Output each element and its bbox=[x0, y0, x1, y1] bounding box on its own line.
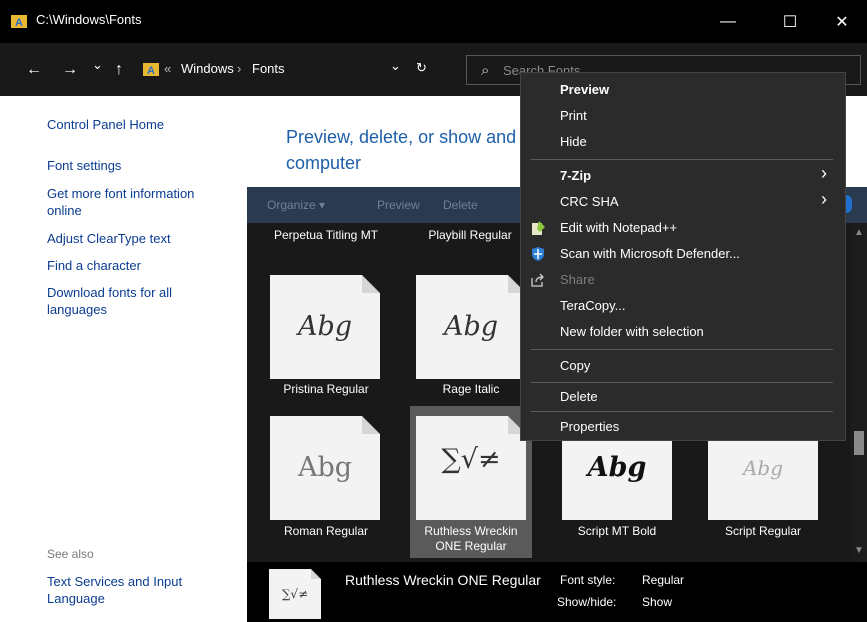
menu-item-7zip[interactable]: 7-Zip bbox=[560, 168, 591, 183]
menu-item-defender[interactable]: Scan with Microsoft Defender... bbox=[560, 246, 740, 261]
refresh-icon[interactable]: ↻ bbox=[416, 60, 427, 76]
forward-arrow-icon[interactable]: → bbox=[62, 61, 78, 79]
font-thumb-pristina[interactable]: Abg bbox=[270, 275, 380, 379]
maximize-button[interactable]: ☐ bbox=[767, 0, 813, 43]
search-icon: ⌕ bbox=[481, 62, 490, 79]
menu-item-hide[interactable]: Hide bbox=[560, 134, 587, 149]
menu-item-new-folder[interactable]: New folder with selection bbox=[560, 324, 704, 339]
menu-item-notepad[interactable]: Edit with Notepad++ bbox=[560, 220, 677, 235]
font-item-script[interactable]: Script Regular bbox=[703, 524, 823, 539]
defender-shield-icon bbox=[530, 246, 546, 262]
share-icon bbox=[530, 272, 546, 288]
font-item-rage[interactable]: Rage Italic bbox=[411, 382, 531, 397]
details-pane: ∑√≠ Ruthless Wreckin ONE Regular Font st… bbox=[247, 562, 867, 622]
fonts-folder-icon: A bbox=[11, 13, 27, 29]
font-item-ruthless[interactable]: Ruthless Wreckin ONE Regular bbox=[411, 524, 531, 554]
font-item-pristina[interactable]: Pristina Regular bbox=[266, 382, 386, 397]
font-settings-link[interactable]: Font settings bbox=[47, 157, 222, 174]
notepad-plus-plus-icon bbox=[530, 220, 546, 236]
menu-separator bbox=[531, 411, 833, 412]
menu-item-properties[interactable]: Properties bbox=[560, 419, 619, 434]
menu-separator bbox=[531, 382, 833, 383]
menu-item-delete[interactable]: Delete bbox=[560, 389, 598, 404]
window-title: C:\Windows\Fonts bbox=[36, 12, 142, 27]
cleartype-link[interactable]: Adjust ClearType text bbox=[47, 230, 222, 247]
svg-text:A: A bbox=[147, 65, 155, 77]
minimize-button[interactable]: — bbox=[705, 0, 751, 43]
scroll-up-icon[interactable]: ▲ bbox=[854, 227, 864, 238]
find-character-link[interactable]: Find a character bbox=[47, 257, 222, 274]
delete-button[interactable]: Delete bbox=[443, 198, 478, 212]
font-item-script-mt[interactable]: Script MT Bold bbox=[557, 524, 677, 539]
details-font-name: Ruthless Wreckin ONE Regular bbox=[345, 572, 541, 588]
title-bar: A C:\Windows\Fonts — ☐ ✕ bbox=[0, 0, 867, 43]
download-fonts-link[interactable]: Download fonts for all languages bbox=[47, 284, 222, 318]
font-sample: Abg bbox=[742, 456, 784, 480]
see-also-label: See also bbox=[47, 547, 94, 561]
font-sample: ∑√≠ bbox=[441, 444, 501, 475]
breadcrumb-fonts[interactable]: Fonts bbox=[252, 61, 285, 76]
submenu-arrow-icon: › bbox=[821, 163, 827, 183]
scroll-thumb[interactable] bbox=[854, 431, 864, 455]
close-button[interactable]: ✕ bbox=[819, 0, 865, 43]
left-pane bbox=[0, 96, 247, 622]
organize-button[interactable]: Organize ▾ bbox=[267, 198, 325, 212]
control-panel-home-link[interactable]: Control Panel Home bbox=[47, 116, 222, 133]
details-showhide-value: Show bbox=[642, 595, 673, 609]
context-menu: Preview Print Hide 7-Zip › CRC SHA › Edi… bbox=[520, 72, 846, 441]
font-sample: Abg bbox=[297, 452, 353, 483]
menu-item-preview[interactable]: Preview bbox=[560, 82, 609, 97]
font-sample: Abg bbox=[587, 452, 647, 483]
page-heading: Preview, delete, or show and computer bbox=[286, 127, 517, 173]
recent-locations-icon[interactable]: ⌄ bbox=[92, 57, 103, 73]
font-item-roman[interactable]: Roman Regular bbox=[266, 524, 386, 539]
details-sample: ∑√≠ bbox=[281, 587, 309, 601]
text-services-link[interactable]: Text Services and Input Language bbox=[47, 573, 222, 607]
font-thumb-roman[interactable]: Abg bbox=[270, 416, 380, 520]
back-arrow-icon[interactable]: ← bbox=[26, 61, 42, 79]
menu-separator bbox=[531, 349, 833, 350]
font-sample: Abg bbox=[297, 311, 353, 342]
fonts-location-icon: A bbox=[143, 61, 159, 77]
details-style-label: Font style: bbox=[560, 573, 616, 587]
up-arrow-icon[interactable]: ↑ bbox=[115, 61, 123, 79]
font-sample: Abg bbox=[443, 311, 499, 342]
address-dropdown-icon[interactable]: ⌄ bbox=[390, 58, 401, 74]
breadcrumb-chevron-icon: › bbox=[237, 61, 242, 76]
font-thumb-rage[interactable]: Abg bbox=[416, 275, 526, 379]
more-font-info-link[interactable]: Get more font information online bbox=[47, 185, 222, 219]
svg-text:A: A bbox=[15, 17, 23, 29]
menu-item-share: Share bbox=[560, 272, 595, 287]
details-style-value: Regular bbox=[642, 573, 685, 587]
preview-button[interactable]: Preview bbox=[377, 198, 420, 212]
menu-item-crc-sha[interactable]: CRC SHA bbox=[560, 194, 619, 209]
submenu-arrow-icon: › bbox=[821, 189, 827, 209]
details-thumbnail: ∑√≠ bbox=[269, 569, 321, 619]
font-item-perpetua[interactable]: Perpetua Titling MT bbox=[266, 228, 386, 243]
vertical-scrollbar[interactable]: ▲ ▼ bbox=[851, 223, 867, 562]
menu-item-teracopy[interactable]: TeraCopy... bbox=[560, 298, 626, 313]
menu-separator bbox=[531, 159, 833, 160]
menu-item-copy[interactable]: Copy bbox=[560, 358, 590, 373]
font-thumb-ruthless[interactable]: ∑√≠ bbox=[416, 416, 526, 520]
address-bar[interactable]: A « Windows › Fonts ⌄ ↻ bbox=[140, 57, 440, 83]
font-item-playbill[interactable]: Playbill Regular bbox=[410, 228, 530, 243]
details-showhide-label: Show/hide: bbox=[557, 595, 617, 609]
path-overflow-icon[interactable]: « bbox=[164, 61, 171, 76]
scroll-down-icon[interactable]: ▼ bbox=[854, 545, 864, 556]
menu-item-print[interactable]: Print bbox=[560, 108, 587, 123]
breadcrumb-windows[interactable]: Windows bbox=[181, 61, 234, 76]
